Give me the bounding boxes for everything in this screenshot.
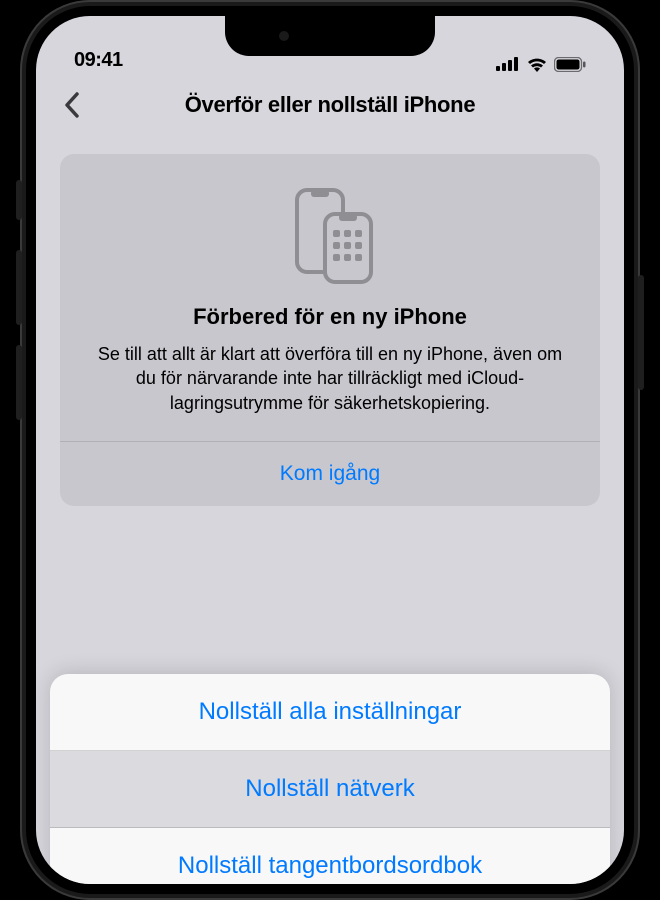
battery-icon <box>554 57 586 72</box>
reset-keyboard-dictionary-button[interactable]: Nollställ tangentbordsordbok <box>50 828 610 884</box>
camera-dot <box>279 31 289 41</box>
notch <box>225 16 435 56</box>
volume-down-button <box>16 345 22 420</box>
status-indicators <box>496 56 586 72</box>
card-body: Förbered för en ny iPhone Se till att al… <box>60 154 600 441</box>
back-button[interactable] <box>54 87 90 123</box>
wifi-icon <box>526 56 548 72</box>
reset-action-sheet: Nollställ alla inställningar Nollställ n… <box>50 674 610 884</box>
page-title: Överför eller nollställ iPhone <box>54 92 606 118</box>
card-description: Se till att allt är klart att överföra t… <box>86 342 574 415</box>
volume-up-button <box>16 250 22 325</box>
card-title: Förbered för en ny iPhone <box>86 304 574 330</box>
screen: 09:41 <box>36 16 624 884</box>
chevron-left-icon <box>64 92 80 118</box>
content-area: Förbered för en ny iPhone Se till att al… <box>36 134 624 526</box>
nav-header: Överför eller nollställ iPhone <box>36 76 624 134</box>
phone-frame: 09:41 <box>20 0 640 900</box>
silent-switch <box>16 180 22 220</box>
prepare-card: Förbered för en ny iPhone Se till att al… <box>60 154 600 506</box>
status-time: 09:41 <box>74 49 123 72</box>
get-started-button[interactable]: Kom igång <box>60 442 600 506</box>
cellular-icon <box>496 57 520 71</box>
power-button <box>638 275 644 390</box>
reset-network-button[interactable]: Nollställ nätverk <box>50 751 610 828</box>
reset-all-settings-button[interactable]: Nollställ alla inställningar <box>50 674 610 751</box>
devices-icon <box>86 184 574 284</box>
